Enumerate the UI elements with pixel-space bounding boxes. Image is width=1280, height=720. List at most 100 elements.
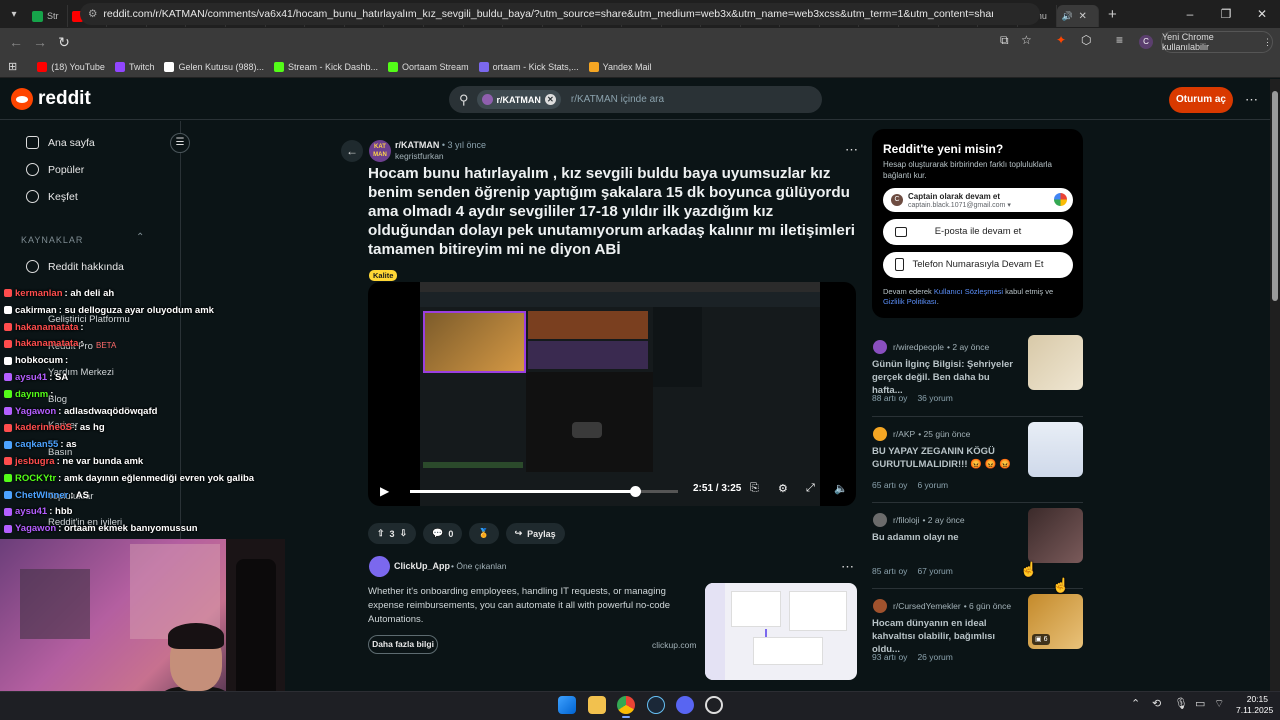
bookmark-item[interactable]: Gelen Kutusu (988)... xyxy=(164,61,264,72)
signup-title: Reddit'te yeni misin? xyxy=(883,142,1004,156)
apps-icon[interactable]: ⊞ xyxy=(8,60,17,73)
phone-continue-button[interactable]: Telefon Numarasıyla Devam Et xyxy=(883,252,1073,278)
related-post-subreddit[interactable]: r/AKP • 25 gün önce xyxy=(893,429,970,439)
advertiser-avatar[interactable] xyxy=(369,556,390,577)
ad-domain[interactable]: clickup.com xyxy=(652,640,696,650)
post-subreddit[interactable]: r/KATMAN • 3 yıl önce xyxy=(395,140,486,150)
related-post-subreddit[interactable]: r/wiredpeople • 2 ay önce xyxy=(893,342,989,352)
minimize-button[interactable]: – xyxy=(1172,7,1208,21)
sidebar-item-popular[interactable]: Popüler xyxy=(26,163,84,176)
ad-image[interactable] xyxy=(705,583,857,680)
privacy-policy-link[interactable]: Gizlilik Politikası xyxy=(883,297,937,306)
sidebar-item-about[interactable]: Reddit hakkında xyxy=(26,260,124,273)
related-post-subreddit[interactable]: r/CursedYemekler • 6 gün önce xyxy=(893,601,1011,611)
share-button[interactable]: ↪ Paylaş xyxy=(505,523,565,544)
collapse-sidebar-button[interactable]: ☰ xyxy=(170,133,190,153)
bookmark-item[interactable]: ortaam - Kick Stats,... xyxy=(478,61,579,72)
post-options-icon[interactable]: ⋯ xyxy=(845,142,858,158)
learn-more-button[interactable]: Daha fazla bilgi xyxy=(368,635,438,654)
restore-button[interactable]: ❐ xyxy=(1208,7,1244,21)
chrome-update-notice[interactable]: Yeni Chrome kullanılabilir ⋮ xyxy=(1161,31,1273,53)
chevron-up-icon[interactable]: ⌃ xyxy=(1131,697,1140,710)
post-flair[interactable]: Kalite xyxy=(369,270,398,281)
subreddit-chip[interactable]: r/KATMAN ✕ xyxy=(476,90,561,109)
volume-icon[interactable]: 🔈 xyxy=(834,482,848,495)
search-bar[interactable]: ⚲ r/KATMAN ✕ r/KATMAN içinde ara xyxy=(449,86,822,113)
chevron-up-icon[interactable]: ⌃ xyxy=(136,232,144,243)
related-post-thumbnail[interactable] xyxy=(1028,508,1083,563)
related-post[interactable]: r/AKP • 25 gün önce BU YAPAY ZEGANIN KÖGÜ … xyxy=(872,416,1083,502)
close-icon[interactable]: ✕ xyxy=(1078,11,1086,22)
video-progress-bar[interactable] xyxy=(410,486,678,497)
display-icon[interactable]: ▭ xyxy=(1195,697,1205,710)
more-options-icon[interactable]: ⋯ xyxy=(1245,92,1258,108)
related-post-title[interactable]: Bu adamın olayı ne xyxy=(872,531,1017,544)
video-progress-thumb[interactable] xyxy=(630,486,642,497)
fullscreen-icon[interactable]: ⤢ xyxy=(806,482,815,495)
bookmark-item[interactable]: Twitch xyxy=(114,61,154,72)
back-arrow-button[interactable]: ← xyxy=(341,140,363,162)
new-tab-button[interactable]: + xyxy=(1099,6,1125,23)
page-scrollbar[interactable] xyxy=(1270,79,1280,691)
ad-options-icon[interactable]: ⋯ xyxy=(841,559,854,575)
related-post-thumbnail[interactable] xyxy=(1028,422,1083,477)
upvote-icon[interactable]: ⇧ xyxy=(377,528,385,539)
play-icon[interactable]: ▶ xyxy=(380,484,389,498)
close-window-button[interactable]: ✕ xyxy=(1244,7,1280,21)
sidebar-item-home[interactable]: Ana sayfa xyxy=(26,136,95,149)
clear-chip-icon[interactable]: ✕ xyxy=(544,94,556,105)
install-icon[interactable]: ⧉ xyxy=(1000,33,1009,48)
discord-icon[interactable] xyxy=(676,696,694,714)
system-clock[interactable]: 20:15 7.11.2025 xyxy=(1236,694,1273,716)
settings-gear-icon[interactable]: ⚙ xyxy=(778,482,788,495)
start-icon[interactable] xyxy=(558,696,576,714)
profile-avatar[interactable]: C xyxy=(1139,35,1153,49)
tab-active[interactable]: 🔊 ✕ xyxy=(1057,5,1100,27)
reload-button[interactable]: ↻ xyxy=(52,34,76,51)
related-post-title[interactable]: Günün İlginç Bilgisi: Şehriyeler gerçek … xyxy=(872,358,1017,397)
related-post-thumbnail[interactable] xyxy=(1028,335,1083,390)
related-post-title[interactable]: Hocam dünyanın en ideal kahvaltısı olabi… xyxy=(872,617,1017,656)
related-post-thumbnail[interactable]: ▣ 6 xyxy=(1028,594,1083,649)
microphone-icon[interactable]: 🎙 xyxy=(1174,697,1188,710)
bookmark-star-icon[interactable]: ☆ xyxy=(1021,33,1032,47)
chrome-icon[interactable] xyxy=(617,696,635,714)
captions-icon[interactable]: ⎘ xyxy=(750,482,759,495)
forward-button[interactable]: → xyxy=(28,34,52,50)
back-button[interactable]: ← xyxy=(4,34,28,50)
related-post-subreddit[interactable]: r/filoloji • 2 ay önce xyxy=(893,515,965,525)
bookmark-item[interactable]: Oortaam Stream xyxy=(388,61,469,72)
comments-button[interactable]: 💬 0 xyxy=(423,523,463,544)
scrollbar-thumb[interactable] xyxy=(1272,91,1278,301)
extension-reddit-icon[interactable]: ✦ xyxy=(1056,33,1066,47)
wifi-icon[interactable]: ⌔ xyxy=(1214,697,1224,711)
post-author[interactable]: kegristfurkan xyxy=(395,151,444,161)
bookmark-item[interactable]: (18) YouTube xyxy=(37,61,105,72)
award-button[interactable]: 🏅 xyxy=(469,523,499,544)
extensions-icon[interactable]: ⬡ xyxy=(1081,33,1091,47)
related-post-title[interactable]: BU YAPAY ZEGANIN KÖGÜ GURUTULMALIDIR!!! … xyxy=(872,445,1017,471)
browser-tab[interactable]: Str xyxy=(28,5,68,27)
network-icon[interactable]: ⟲ xyxy=(1152,697,1161,710)
tab-search-button[interactable]: ▾ xyxy=(0,0,28,28)
related-post[interactable]: r/filoloji • 2 ay önce Bu adamın olayı ne 8… xyxy=(872,502,1083,588)
bookmark-item[interactable]: Yandex Mail xyxy=(588,61,651,72)
file-explorer-icon[interactable] xyxy=(588,696,606,714)
address-bar[interactable]: ⚙ reddit.com/r/KATMAN/comments/va6x41/ho… xyxy=(80,3,1040,25)
steam-icon[interactable] xyxy=(647,696,665,714)
login-button[interactable]: Oturum aç xyxy=(1169,87,1233,113)
video-player[interactable]: ▶ 2:51 / 3:25 ⎘ ⚙ ⤢ 🔈 xyxy=(368,282,856,506)
user-agreement-link[interactable]: Kullanıcı Sözleşmesi xyxy=(934,287,1003,296)
subreddit-avatar[interactable]: KAT MAN xyxy=(369,140,391,162)
site-info-icon[interactable]: ⚙ xyxy=(88,8,97,20)
sidebar-item-explore[interactable]: Keşfet xyxy=(26,190,78,203)
reddit-logo[interactable]: reddit xyxy=(11,88,91,110)
downvote-icon[interactable]: ⇩ xyxy=(400,528,408,539)
settings-gear-icon[interactable] xyxy=(705,696,723,714)
related-post[interactable]: r/wiredpeople • 2 ay önce Günün İlginç Bil… xyxy=(872,330,1083,416)
advertiser-name[interactable]: ClickUp_App xyxy=(394,561,450,571)
bookmark-item[interactable]: Stream - Kick Dashb... xyxy=(274,61,378,72)
related-post[interactable]: r/CursedYemekler • 6 gün önce Hocam dünyan… xyxy=(872,588,1083,674)
email-continue-button[interactable]: E-posta ile devam et xyxy=(883,219,1073,245)
reading-list-icon[interactable]: ≡ xyxy=(1116,33,1123,47)
